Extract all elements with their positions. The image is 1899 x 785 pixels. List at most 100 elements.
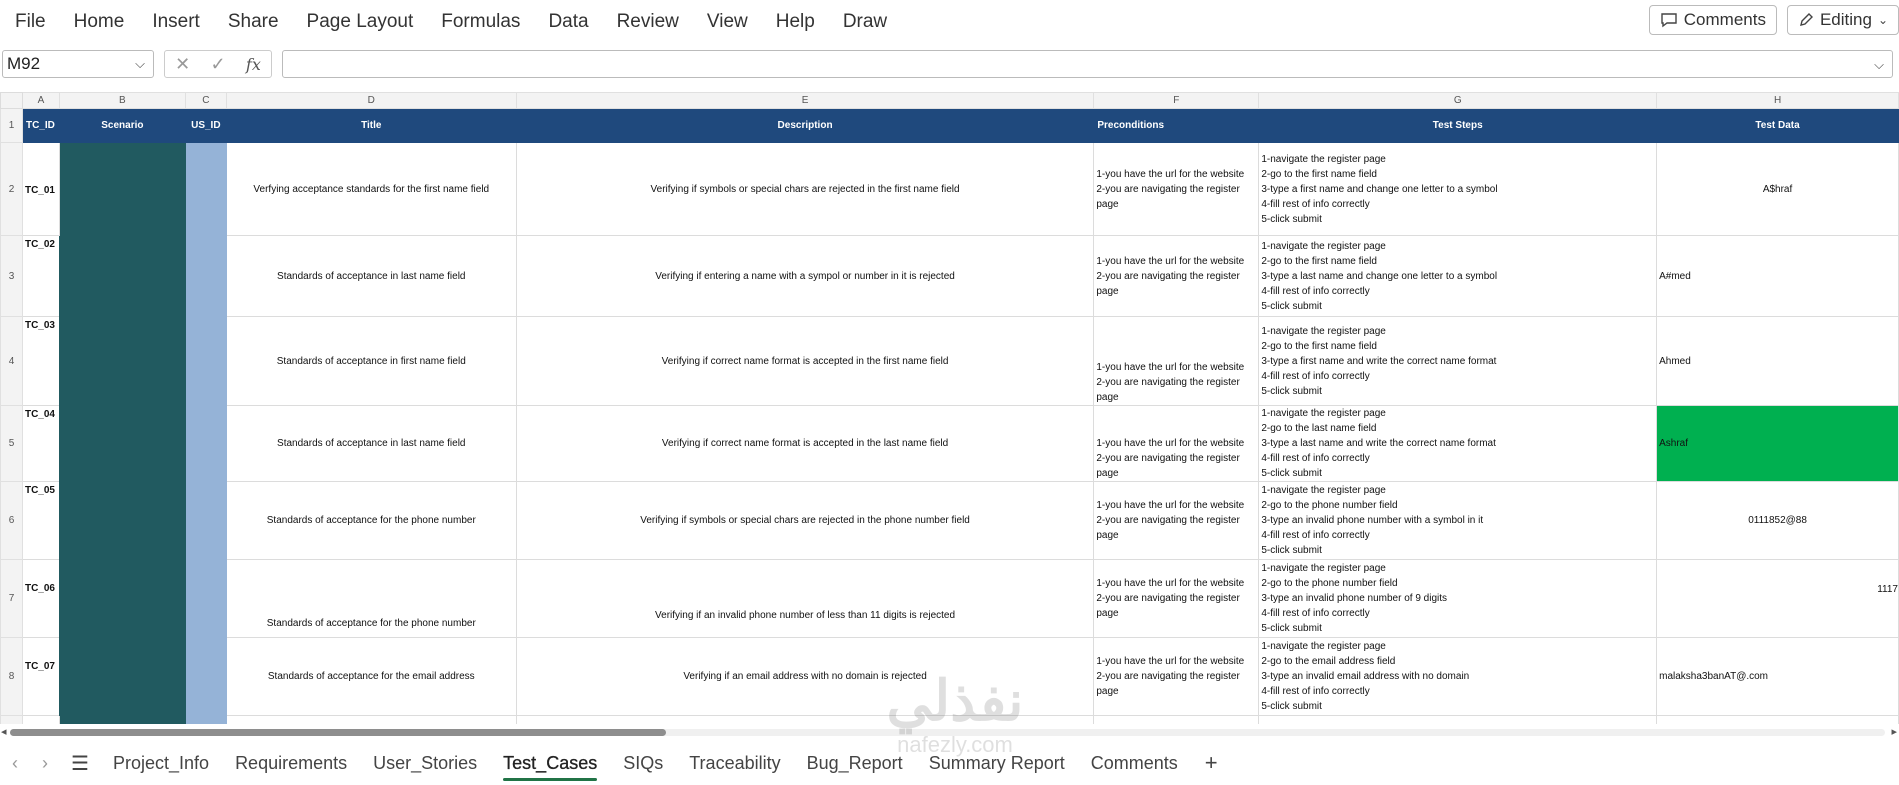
cell-title[interactable]: Standards of acceptance in first name fi…: [225, 316, 517, 406]
cell-test-data[interactable]: malaksha3banAT@.com: [1656, 637, 1899, 716]
us-id-cell[interactable]: [184, 715, 227, 724]
cell-description[interactable]: Verifying if symbols or special chars ar…: [515, 481, 1095, 560]
row-header[interactable]: [0, 715, 23, 724]
row-header[interactable]: 8: [0, 637, 23, 716]
scenario-cell[interactable]: [58, 715, 186, 724]
cell-title[interactable]: Verfying acceptance standards for the fi…: [225, 142, 517, 236]
menu-data[interactable]: Data: [534, 0, 602, 44]
cell-test-data[interactable]: 0111852@88: [1656, 481, 1899, 560]
scroll-left-arrow-icon[interactable]: ◂: [1, 725, 7, 738]
cell-description[interactable]: Verifying if an email address with no do…: [515, 637, 1095, 716]
tab-project-info[interactable]: Project_Info: [100, 745, 222, 781]
comments-button[interactable]: Comments: [1648, 5, 1777, 35]
row-header[interactable]: 3: [0, 235, 23, 317]
col-header-h[interactable]: H: [1656, 92, 1899, 109]
menu-view[interactable]: View: [693, 0, 762, 44]
col-header-g[interactable]: G: [1258, 92, 1658, 109]
cell-title[interactable]: Standards of acceptance for the phone nu…: [225, 481, 517, 560]
cell-empty[interactable]: [225, 715, 517, 724]
cell-preconditions[interactable]: 1-you have the url for the website 2-you…: [1096, 436, 1257, 481]
cell-description[interactable]: Verifying if an invalid phone number of …: [515, 559, 1095, 638]
cell-description[interactable]: Verifying if correct name format is acce…: [515, 405, 1095, 482]
menu-review[interactable]: Review: [603, 0, 693, 44]
menu-file[interactable]: File: [0, 0, 60, 44]
row-header[interactable]: 5: [0, 405, 23, 482]
header-test-data[interactable]: Test Data: [1656, 108, 1899, 143]
prev-sheet-chevron-icon[interactable]: ‹: [0, 753, 30, 774]
cell-preconditions[interactable]: 1-you have the url for the website 2-you…: [1096, 167, 1257, 212]
chevron-down-icon[interactable]: ⌵: [1874, 57, 1884, 73]
col-header-e[interactable]: E: [515, 92, 1095, 109]
cell-preconditions[interactable]: 1-you have the url for the website 2-you…: [1096, 498, 1257, 543]
menu-page-layout[interactable]: Page Layout: [293, 0, 428, 44]
add-sheet-plus-icon[interactable]: +: [1191, 750, 1232, 776]
cell-empty[interactable]: [1656, 715, 1899, 724]
tab-user-stories[interactable]: User_Stories: [360, 745, 490, 781]
tab-siqs[interactable]: SIQs: [610, 745, 676, 781]
cell-test-steps[interactable]: 1-navigate the register page 2-go to the…: [1261, 483, 1655, 558]
cell-title[interactable]: Standards of acceptance for the email ad…: [225, 637, 517, 716]
row-header[interactable]: 1: [0, 108, 23, 143]
cell-tc-id[interactable]: TC_01: [21, 142, 60, 236]
cell-title[interactable]: Standards of acceptance for the phone nu…: [225, 559, 517, 638]
menu-draw[interactable]: Draw: [829, 0, 901, 44]
cell-test-data[interactable]: A$hraf: [1656, 142, 1899, 236]
scenario-merged-cell[interactable]: [58, 142, 186, 716]
row-header[interactable]: 6: [0, 481, 23, 560]
cell-test-steps[interactable]: 1-navigate the register page 2-go to the…: [1261, 239, 1655, 314]
menu-insert[interactable]: Insert: [138, 0, 214, 44]
horizontal-scrollbar[interactable]: ◂ ▸: [0, 724, 1899, 740]
next-sheet-chevron-icon[interactable]: ›: [30, 753, 60, 774]
col-header-a[interactable]: A: [21, 92, 60, 109]
fx-icon[interactable]: fx: [246, 55, 261, 74]
cell-tc-id[interactable]: TC_05: [21, 481, 60, 560]
cell-test-steps[interactable]: 1-navigate the register page 2-go to the…: [1261, 561, 1655, 636]
cell-empty[interactable]: [1093, 715, 1260, 724]
cancel-icon[interactable]: ✕: [175, 54, 190, 75]
cell-tc-id[interactable]: TC_03: [21, 316, 60, 406]
cell-test-steps[interactable]: 1-navigate the register page 2-go to the…: [1261, 407, 1655, 481]
cell-description[interactable]: Verifying if correct name format is acce…: [515, 316, 1095, 406]
cell-preconditions[interactable]: 1-you have the url for the website 2-you…: [1096, 360, 1257, 405]
cell-tc-id[interactable]: TC_02: [21, 235, 60, 317]
header-test-steps[interactable]: Test Steps: [1258, 108, 1658, 143]
row-header[interactable]: 4: [0, 316, 23, 406]
menu-help[interactable]: Help: [762, 0, 829, 44]
all-sheets-menu-icon[interactable]: ☰: [60, 751, 100, 776]
col-header-f[interactable]: F: [1093, 92, 1260, 109]
header-tc-id[interactable]: TC_ID: [21, 108, 60, 143]
cell-test-steps[interactable]: 1-navigate the register page 2-go to the…: [1261, 324, 1655, 399]
cell-preconditions[interactable]: 1-you have the url for the website 2-you…: [1096, 576, 1257, 621]
cell-description[interactable]: Verifying if symbols or special chars ar…: [515, 142, 1095, 236]
cell-test-steps[interactable]: 1-navigate the register page 2-go to the…: [1261, 639, 1655, 714]
cell-description[interactable]: Verifying if entering a name with a symp…: [515, 235, 1095, 317]
cell-test-steps[interactable]: 1-navigate the register page 2-go to the…: [1261, 152, 1655, 227]
cell-tc-id[interactable]: TC_07: [21, 637, 60, 716]
check-icon[interactable]: ✓: [211, 54, 226, 75]
cell-preconditions[interactable]: 1-you have the url for the website 2-you…: [1096, 254, 1257, 299]
col-header-d[interactable]: D: [225, 92, 517, 109]
row-header[interactable]: 2: [0, 142, 23, 236]
col-header-b[interactable]: B: [58, 92, 186, 109]
tab-test-cases[interactable]: Test_Cases: [490, 745, 610, 781]
menu-home[interactable]: Home: [60, 0, 139, 44]
row-header[interactable]: 7: [0, 559, 23, 638]
scroll-right-arrow-icon[interactable]: ▸: [1891, 725, 1897, 738]
tab-traceability[interactable]: Traceability: [676, 745, 793, 781]
us-id-merged-cell[interactable]: [184, 142, 227, 716]
cell-title[interactable]: Standards of acceptance in last name fie…: [225, 235, 517, 317]
cell-title[interactable]: Standards of acceptance in last name fie…: [225, 405, 517, 482]
select-all-corner[interactable]: [0, 92, 23, 109]
tab-summary-report[interactable]: Summary Report: [916, 745, 1078, 781]
cell-test-data-highlighted[interactable]: Ashraf: [1656, 405, 1899, 482]
scrollbar-thumb[interactable]: [10, 729, 666, 736]
cell-empty[interactable]: [515, 715, 1095, 724]
cell-tc-id[interactable]: TC_06: [21, 559, 60, 638]
chevron-down-icon[interactable]: ⌵: [135, 51, 145, 77]
header-title[interactable]: Title: [225, 108, 517, 143]
cell-empty[interactable]: [1258, 715, 1658, 724]
menu-formulas[interactable]: Formulas: [427, 0, 534, 44]
cell-test-data[interactable]: A#med: [1656, 235, 1899, 317]
tab-comments[interactable]: Comments: [1078, 745, 1191, 781]
header-us-id[interactable]: US_ID: [184, 108, 227, 143]
